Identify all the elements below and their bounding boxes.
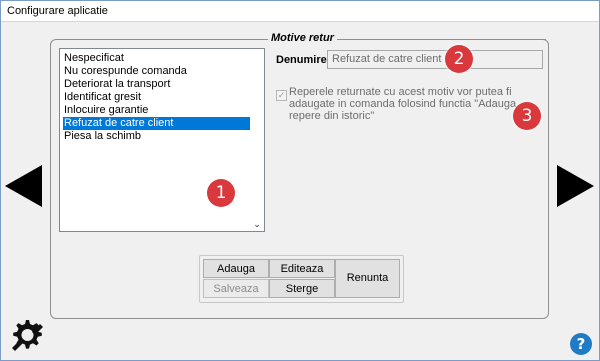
list-item[interactable]: Nespecificat xyxy=(63,52,250,65)
list-item[interactable]: Inlocuire garantie xyxy=(63,104,250,117)
history-checkbox-label: Reperele returnate cu acest motiv vor pu… xyxy=(289,86,517,122)
cancel-button[interactable]: Renunta xyxy=(335,259,400,298)
marker-3: 3 xyxy=(513,102,541,130)
edit-button[interactable]: Editeaza xyxy=(269,259,335,278)
delete-button[interactable]: Sterge xyxy=(269,279,335,298)
marker-1: 1 xyxy=(207,179,235,207)
chevron-down-icon[interactable]: ⌄ xyxy=(252,219,262,229)
arrow-left-icon[interactable] xyxy=(5,165,42,207)
list-scrollbar[interactable]: ⌄ xyxy=(250,49,264,231)
window-title: Configurare aplicatie xyxy=(7,5,108,17)
marker-2: 2 xyxy=(445,45,473,73)
help-icon[interactable]: ? xyxy=(570,333,592,355)
list-item-selected[interactable]: Refuzat de catre client xyxy=(63,117,250,130)
arrow-right-icon[interactable] xyxy=(557,165,594,207)
name-label: Denumire: xyxy=(276,54,331,66)
list-item[interactable]: Identificat gresit xyxy=(63,91,250,104)
gear-icon[interactable] xyxy=(6,314,46,354)
group-title: Motive retur xyxy=(268,32,337,44)
add-button[interactable]: Adauga xyxy=(203,259,269,278)
reasons-list[interactable]: Nespecificat Nu corespunde comanda Deter… xyxy=(59,48,265,232)
save-button[interactable]: Salveaza xyxy=(203,279,269,298)
list-item[interactable]: Nu corespunde comanda xyxy=(63,65,250,78)
title-bar: Configurare aplicatie xyxy=(1,1,599,22)
name-field[interactable]: Refuzat de catre client xyxy=(327,50,543,69)
list-item[interactable]: Piesa la schimb xyxy=(63,130,250,143)
list-item[interactable]: Deteriorat la transport xyxy=(63,78,250,91)
history-checkbox[interactable]: ✓ xyxy=(276,90,287,101)
